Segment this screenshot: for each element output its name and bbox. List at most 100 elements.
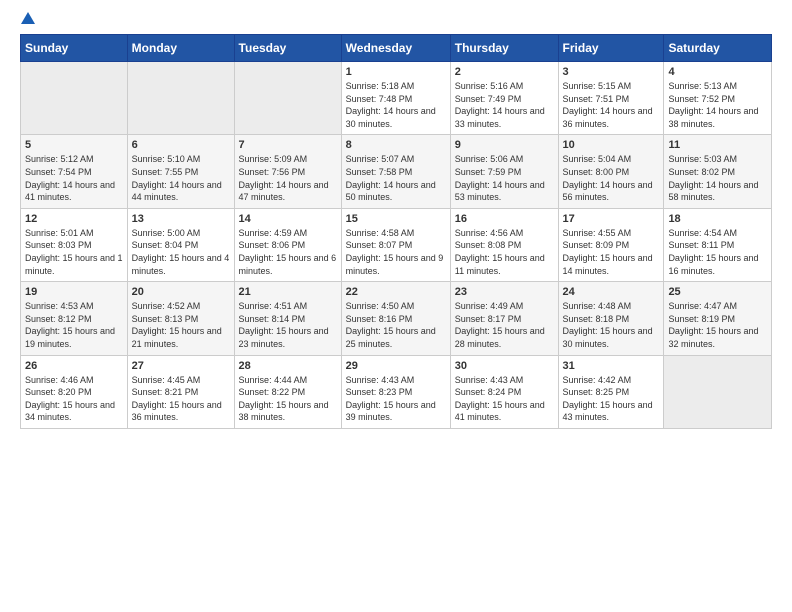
calendar-cell: 15 Sunrise: 4:58 AMSunset: 8:07 PMDayligh… <box>341 208 450 281</box>
calendar-cell: 8 Sunrise: 5:07 AMSunset: 7:58 PMDaylight… <box>341 135 450 208</box>
day-number: 22 <box>346 286 446 298</box>
calendar-cell: 20 Sunrise: 4:52 AMSunset: 8:13 PMDayligh… <box>127 282 234 355</box>
cell-content: Sunrise: 4:44 AMSunset: 8:22 PMDaylight:… <box>239 374 337 424</box>
day-number: 28 <box>239 360 337 372</box>
calendar-cell: 24 Sunrise: 4:48 AMSunset: 8:18 PMDayligh… <box>558 282 664 355</box>
day-number: 27 <box>132 360 230 372</box>
calendar-cell: 27 Sunrise: 4:45 AMSunset: 8:21 PMDayligh… <box>127 355 234 428</box>
day-number: 29 <box>346 360 446 372</box>
cell-content: Sunrise: 4:58 AMSunset: 8:07 PMDaylight:… <box>346 227 446 277</box>
calendar-week-1: 1 Sunrise: 5:18 AMSunset: 7:48 PMDaylight… <box>21 62 772 135</box>
day-number: 17 <box>563 213 660 225</box>
day-number: 6 <box>132 139 230 151</box>
day-number: 3 <box>563 66 660 78</box>
calendar-cell <box>21 62 128 135</box>
calendar-cell <box>664 355 772 428</box>
calendar-cell: 4 Sunrise: 5:13 AMSunset: 7:52 PMDaylight… <box>664 62 772 135</box>
cell-content: Sunrise: 4:48 AMSunset: 8:18 PMDaylight:… <box>563 300 660 350</box>
day-number: 5 <box>25 139 123 151</box>
cell-content: Sunrise: 4:43 AMSunset: 8:24 PMDaylight:… <box>455 374 554 424</box>
column-header-sunday: Sunday <box>21 35 128 62</box>
cell-content: Sunrise: 4:43 AMSunset: 8:23 PMDaylight:… <box>346 374 446 424</box>
day-number: 14 <box>239 213 337 225</box>
calendar-cell: 25 Sunrise: 4:47 AMSunset: 8:19 PMDayligh… <box>664 282 772 355</box>
cell-content: Sunrise: 5:10 AMSunset: 7:55 PMDaylight:… <box>132 153 230 203</box>
day-number: 24 <box>563 286 660 298</box>
cell-content: Sunrise: 4:59 AMSunset: 8:06 PMDaylight:… <box>239 227 337 277</box>
day-number: 1 <box>346 66 446 78</box>
calendar-table: SundayMondayTuesdayWednesdayThursdayFrid… <box>20 34 772 429</box>
cell-content: Sunrise: 4:50 AMSunset: 8:16 PMDaylight:… <box>346 300 446 350</box>
cell-content: Sunrise: 4:45 AMSunset: 8:21 PMDaylight:… <box>132 374 230 424</box>
calendar-cell: 22 Sunrise: 4:50 AMSunset: 8:16 PMDayligh… <box>341 282 450 355</box>
cell-content: Sunrise: 5:06 AMSunset: 7:59 PMDaylight:… <box>455 153 554 203</box>
cell-content: Sunrise: 4:49 AMSunset: 8:17 PMDaylight:… <box>455 300 554 350</box>
page-header <box>20 16 772 28</box>
cell-content: Sunrise: 5:13 AMSunset: 7:52 PMDaylight:… <box>668 80 767 130</box>
column-header-friday: Friday <box>558 35 664 62</box>
header-row: SundayMondayTuesdayWednesdayThursdayFrid… <box>21 35 772 62</box>
day-number: 19 <box>25 286 123 298</box>
calendar-cell: 13 Sunrise: 5:00 AMSunset: 8:04 PMDayligh… <box>127 208 234 281</box>
calendar-week-4: 19 Sunrise: 4:53 AMSunset: 8:12 PMDayligh… <box>21 282 772 355</box>
calendar-cell: 5 Sunrise: 5:12 AMSunset: 7:54 PMDaylight… <box>21 135 128 208</box>
cell-content: Sunrise: 4:55 AMSunset: 8:09 PMDaylight:… <box>563 227 660 277</box>
cell-content: Sunrise: 4:53 AMSunset: 8:12 PMDaylight:… <box>25 300 123 350</box>
day-number: 20 <box>132 286 230 298</box>
column-header-saturday: Saturday <box>664 35 772 62</box>
calendar-week-2: 5 Sunrise: 5:12 AMSunset: 7:54 PMDaylight… <box>21 135 772 208</box>
day-number: 23 <box>455 286 554 298</box>
cell-content: Sunrise: 5:18 AMSunset: 7:48 PMDaylight:… <box>346 80 446 130</box>
cell-content: Sunrise: 4:51 AMSunset: 8:14 PMDaylight:… <box>239 300 337 350</box>
day-number: 7 <box>239 139 337 151</box>
day-number: 18 <box>668 213 767 225</box>
cell-content: Sunrise: 4:46 AMSunset: 8:20 PMDaylight:… <box>25 374 123 424</box>
day-number: 15 <box>346 213 446 225</box>
column-header-wednesday: Wednesday <box>341 35 450 62</box>
cell-content: Sunrise: 5:04 AMSunset: 8:00 PMDaylight:… <box>563 153 660 203</box>
cell-content: Sunrise: 5:16 AMSunset: 7:49 PMDaylight:… <box>455 80 554 130</box>
calendar-cell: 19 Sunrise: 4:53 AMSunset: 8:12 PMDayligh… <box>21 282 128 355</box>
calendar-cell: 29 Sunrise: 4:43 AMSunset: 8:23 PMDayligh… <box>341 355 450 428</box>
calendar-cell: 10 Sunrise: 5:04 AMSunset: 8:00 PMDayligh… <box>558 135 664 208</box>
day-number: 13 <box>132 213 230 225</box>
calendar-cell <box>234 62 341 135</box>
calendar-cell: 26 Sunrise: 4:46 AMSunset: 8:20 PMDayligh… <box>21 355 128 428</box>
cell-content: Sunrise: 5:00 AMSunset: 8:04 PMDaylight:… <box>132 227 230 277</box>
day-number: 8 <box>346 139 446 151</box>
cell-content: Sunrise: 5:03 AMSunset: 8:02 PMDaylight:… <box>668 153 767 203</box>
logo <box>20 16 36 28</box>
day-number: 10 <box>563 139 660 151</box>
day-number: 25 <box>668 286 767 298</box>
calendar-cell: 11 Sunrise: 5:03 AMSunset: 8:02 PMDayligh… <box>664 135 772 208</box>
calendar-cell: 2Sunrise: 5:16 AMSunset: 7:49 PMDaylight… <box>450 62 558 135</box>
calendar-cell: 21 Sunrise: 4:51 AMSunset: 8:14 PMDayligh… <box>234 282 341 355</box>
day-number: 9 <box>455 139 554 151</box>
cell-content: Sunrise: 5:07 AMSunset: 7:58 PMDaylight:… <box>346 153 446 203</box>
cell-content: Sunrise: 4:52 AMSunset: 8:13 PMDaylight:… <box>132 300 230 350</box>
logo-triangle-icon <box>21 12 35 24</box>
calendar-cell: 30Sunrise: 4:43 AMSunset: 8:24 PMDayligh… <box>450 355 558 428</box>
calendar-cell <box>127 62 234 135</box>
day-number: 12 <box>25 213 123 225</box>
calendar-cell: 3Sunrise: 5:15 AMSunset: 7:51 PMDaylight… <box>558 62 664 135</box>
calendar-cell: 18 Sunrise: 4:54 AMSunset: 8:11 PMDayligh… <box>664 208 772 281</box>
calendar-cell: 7Sunrise: 5:09 AMSunset: 7:56 PMDaylight… <box>234 135 341 208</box>
calendar-week-5: 26 Sunrise: 4:46 AMSunset: 8:20 PMDayligh… <box>21 355 772 428</box>
cell-content: Sunrise: 4:54 AMSunset: 8:11 PMDaylight:… <box>668 227 767 277</box>
day-number: 26 <box>25 360 123 372</box>
day-number: 16 <box>455 213 554 225</box>
day-number: 4 <box>668 66 767 78</box>
cell-content: Sunrise: 4:47 AMSunset: 8:19 PMDaylight:… <box>668 300 767 350</box>
calendar-cell: 17 Sunrise: 4:55 AMSunset: 8:09 PMDayligh… <box>558 208 664 281</box>
day-number: 21 <box>239 286 337 298</box>
calendar-cell: 14 Sunrise: 4:59 AMSunset: 8:06 PMDayligh… <box>234 208 341 281</box>
column-header-tuesday: Tuesday <box>234 35 341 62</box>
calendar-cell: 1 Sunrise: 5:18 AMSunset: 7:48 PMDaylight… <box>341 62 450 135</box>
calendar-week-3: 12Sunrise: 5:01 AMSunset: 8:03 PMDayligh… <box>21 208 772 281</box>
cell-content: Sunrise: 5:12 AMSunset: 7:54 PMDaylight:… <box>25 153 123 203</box>
calendar-cell: 31Sunrise: 4:42 AMSunset: 8:25 PMDayligh… <box>558 355 664 428</box>
calendar-cell: 6 Sunrise: 5:10 AMSunset: 7:55 PMDaylight… <box>127 135 234 208</box>
day-number: 11 <box>668 139 767 151</box>
column-header-thursday: Thursday <box>450 35 558 62</box>
